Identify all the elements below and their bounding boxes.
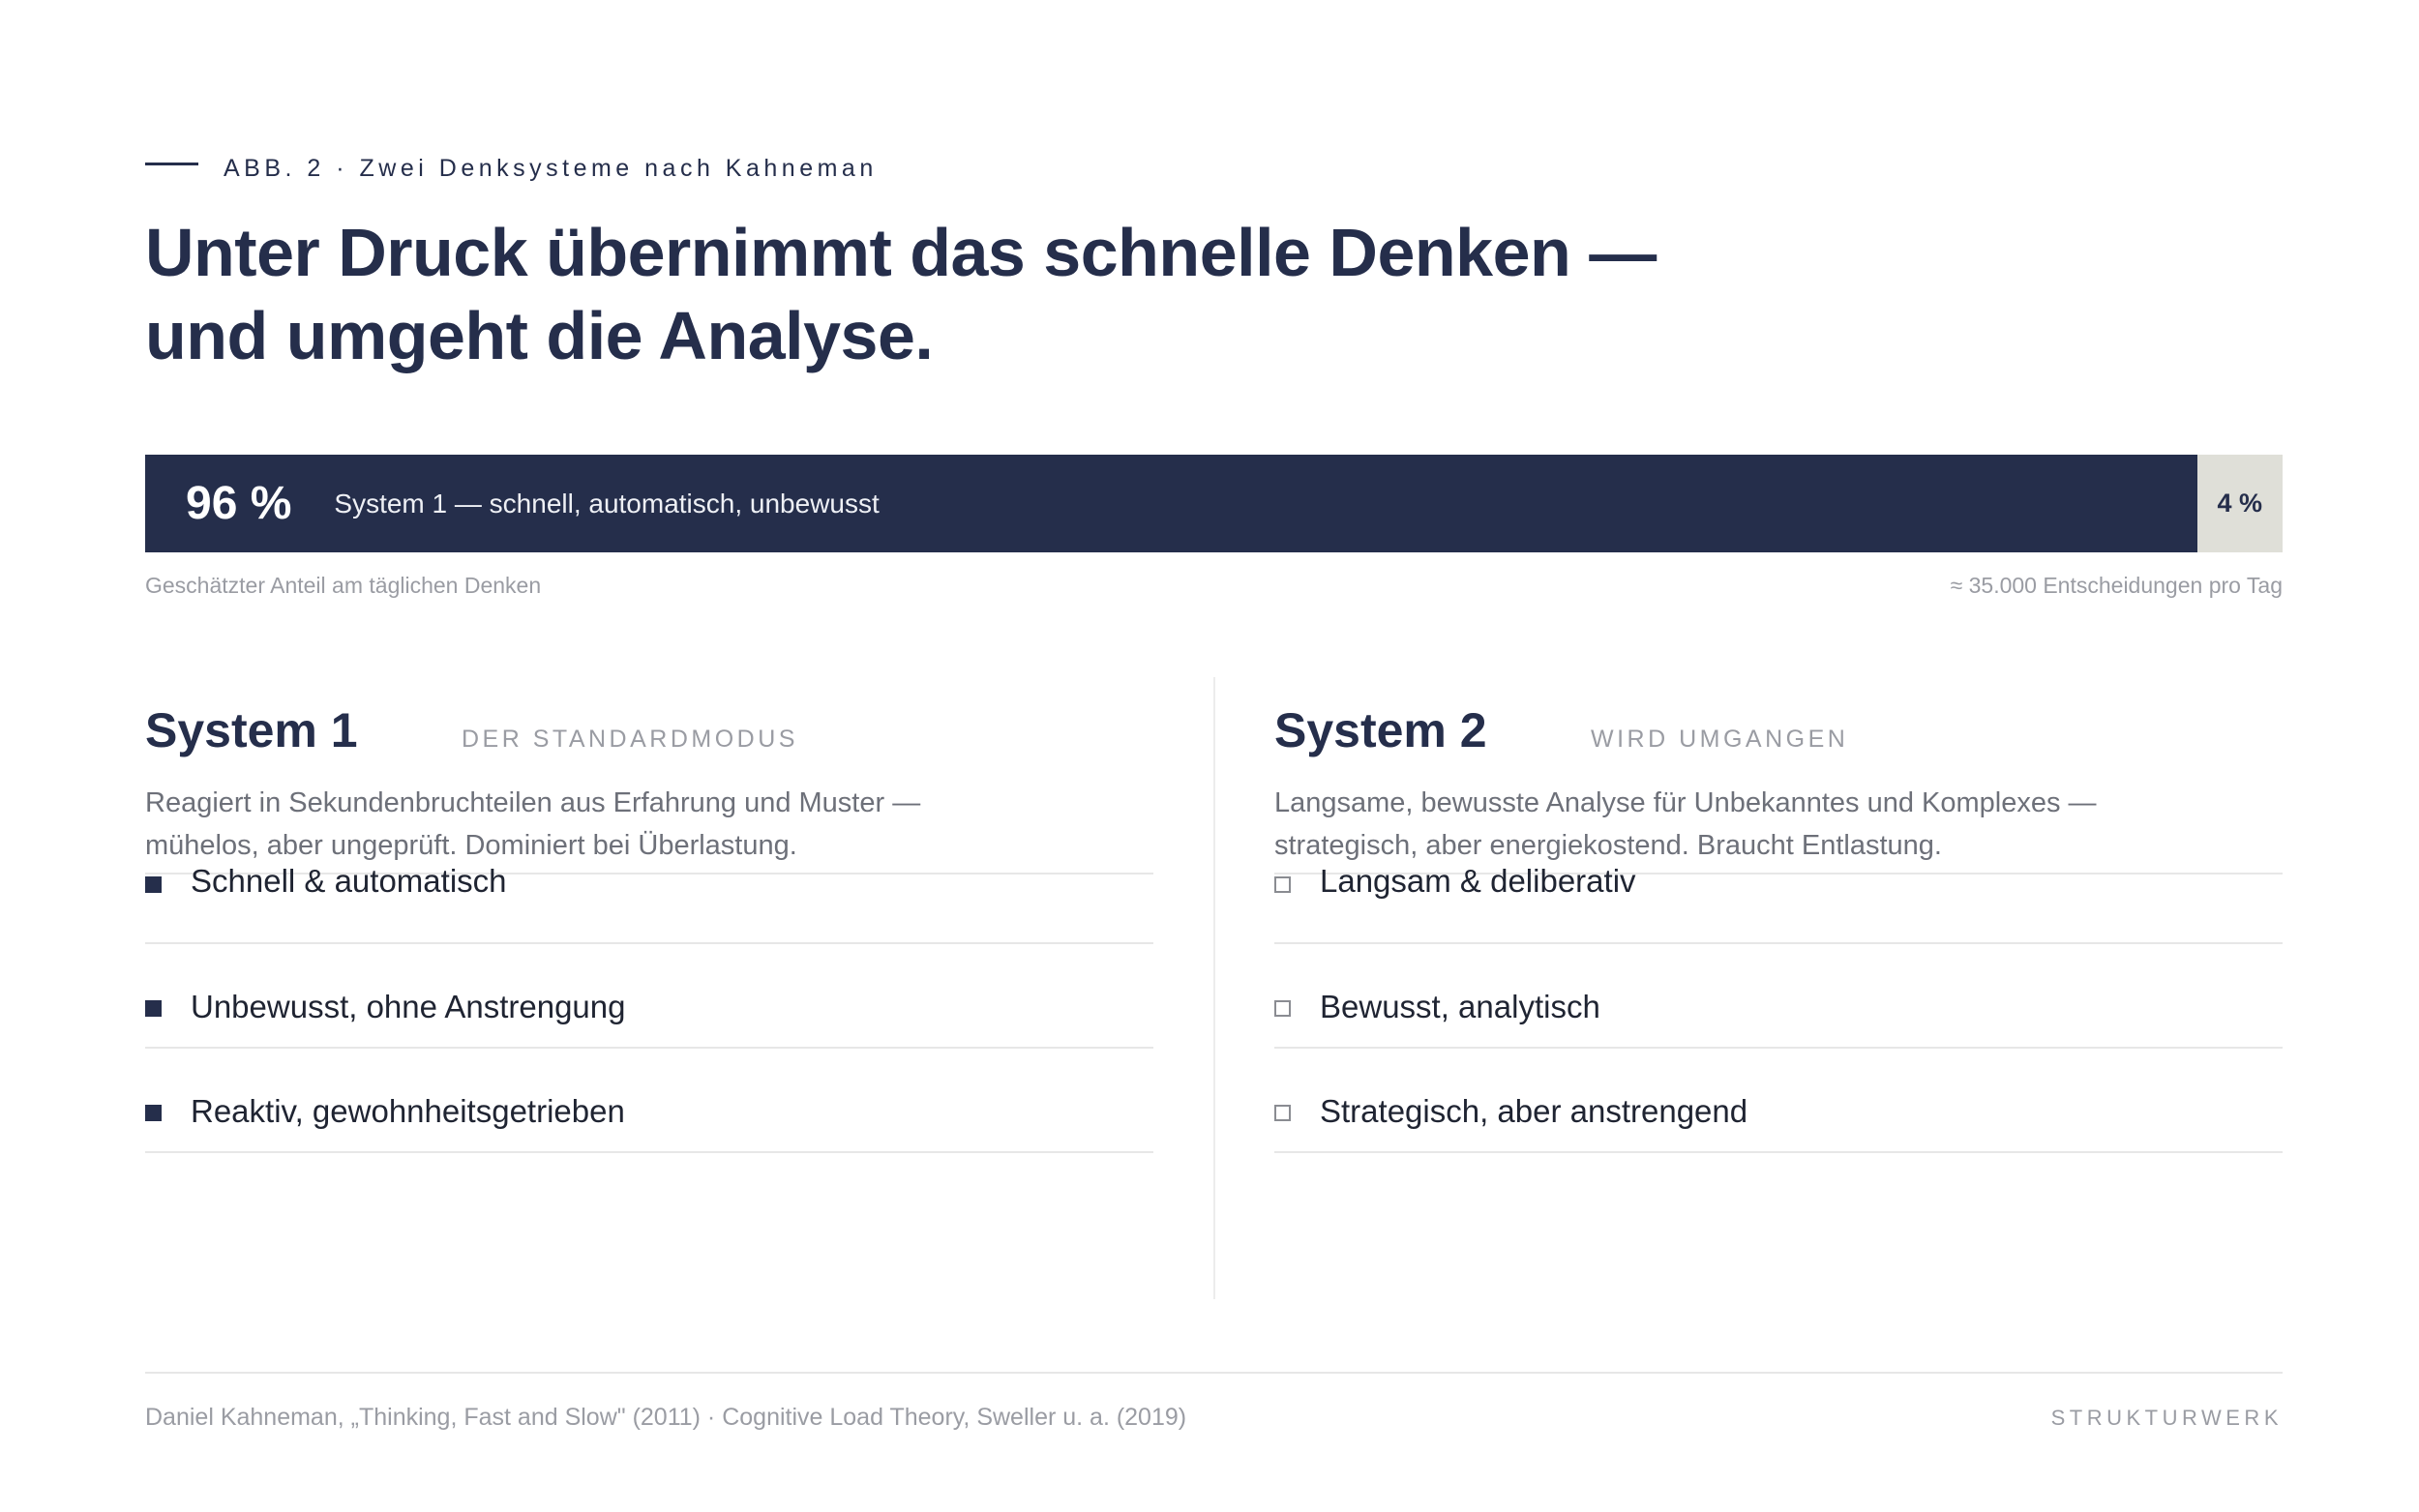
system2-list: Langsam & deliberativ Bewusst, analytisc… [1274,863,2283,1153]
system1-tag: DER STANDARDMODUS [462,726,798,753]
list-item: Schnell & automatisch [145,863,1153,944]
list-item-label: Strategisch, aber anstrengend [1320,1093,1748,1129]
system2-share-segment: 4 % [2196,455,2283,552]
filled-square-icon [145,1000,162,1017]
system2-header: System 2 WIRD UMGANGEN [1274,702,2283,760]
system2-title: System 2 [1274,703,1487,757]
system1-title: System 1 [145,703,358,757]
system1-column: System 1 DER STANDARDMODUS Reagiert in S… [145,702,1153,1153]
list-item: Strategisch, aber anstrengend [1274,1049,2283,1153]
figure-label: ABB. 2 · Zwei Denksysteme nach Kahneman [145,155,878,183]
source-citation: Daniel Kahneman, „Thinking, Fast and Slo… [145,1404,1187,1431]
brand-mark: STRUKTURWERK [2050,1406,2283,1430]
system2-description: Langsame, bewusste Analyse für Unbekannt… [1274,787,2097,861]
eyebrow-rule [145,163,198,165]
footer-divider [145,1372,2283,1374]
list-item-label: Unbewusst, ohne Anstrengung [191,989,626,1024]
decisions-caption: ≈ 35.000 Entscheidungen pro Tag [1950,573,2283,598]
system2-tag: WIRD UMGANGEN [1591,726,1849,753]
empty-square-icon [1274,1000,1291,1017]
system1-list: Schnell & automatisch Unbewusst, ohne An… [145,863,1153,1153]
list-item: Langsam & deliberativ [1274,863,2283,944]
page-title: Unter Druck übernimmt das schnelle Denke… [145,215,1657,373]
list-item: Reaktiv, gewohnheitsgetrieben [145,1049,1153,1153]
list-item-label: Langsam & deliberativ [1320,863,1636,899]
system1-share-segment: 96 % System 1 — schnell, automatisch, un… [145,455,2197,552]
share-bar: 96 % System 1 — schnell, automatisch, un… [145,455,2283,552]
slide: ABB. 2 · Zwei Denksysteme nach Kahneman … [0,0,2419,1512]
system1-header: System 1 DER STANDARDMODUS [145,702,1153,760]
filled-square-icon [145,876,162,893]
empty-square-icon [1274,1105,1291,1121]
system1-description: Reagiert in Sekundenbruchteilen aus Erfa… [145,787,921,861]
share-caption: Geschätzter Anteil am täglichen Denken [145,573,542,598]
list-item-label: Reaktiv, gewohnheitsgetrieben [191,1093,625,1129]
list-item: Unbewusst, ohne Anstrengung [145,944,1153,1049]
empty-square-icon [1274,876,1291,893]
system2-column: System 2 WIRD UMGANGEN Langsame, bewusst… [1274,702,2283,1153]
column-divider [1213,677,1215,1299]
system1-percent: 96 % [186,478,292,529]
figure-label-text: ABB. 2 · Zwei Denksysteme nach Kahneman [224,155,878,182]
system2-percent: 4 % [2217,489,2263,518]
system1-share-label: System 1 — schnell, automatisch, unbewus… [334,488,880,519]
list-item-label: Schnell & automatisch [191,863,507,899]
filled-square-icon [145,1105,162,1121]
list-item-label: Bewusst, analytisch [1320,989,1600,1024]
list-item: Bewusst, analytisch [1274,944,2283,1049]
